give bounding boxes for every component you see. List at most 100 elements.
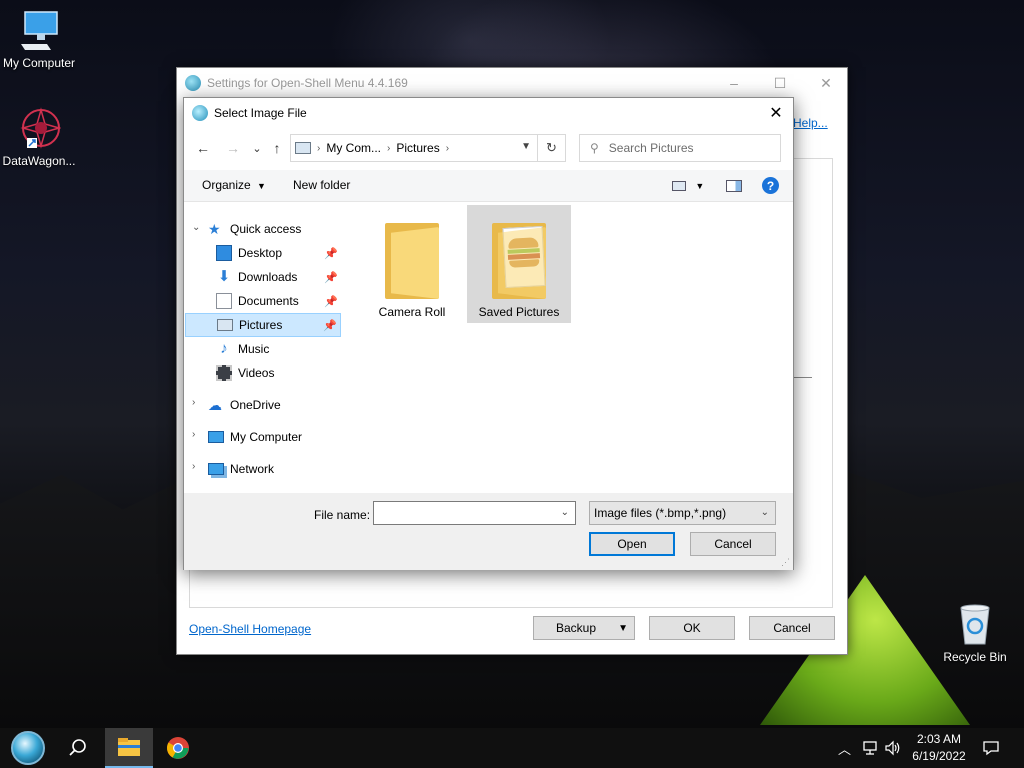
help-icon[interactable]: ? (762, 177, 779, 194)
nav-network[interactable]: Network (208, 457, 274, 481)
nav-onedrive[interactable]: ☁ OneDrive (208, 393, 281, 417)
film-strip-icon (216, 365, 232, 381)
folder-with-photo-icon (492, 219, 546, 299)
desktop-icon-label: My Computer (2, 56, 76, 70)
change-view-button[interactable]: ▼ (672, 178, 704, 192)
new-folder-button[interactable]: New folder (293, 178, 350, 192)
recent-locations-icon[interactable]: ⌄ (246, 136, 268, 160)
preview-pane-button[interactable] (726, 178, 742, 192)
search-taskbar-button[interactable] (54, 728, 102, 768)
pin-icon: 📌 (324, 295, 338, 308)
backup-button-label: Backup (556, 621, 597, 635)
file-list: Camera Roll Saved Pictures (344, 203, 793, 493)
nav-desktop[interactable]: Desktop 📌 (216, 241, 338, 265)
breadcrumb-pictures[interactable]: Pictures (396, 141, 439, 155)
resize-grip-icon[interactable]: ⋰ (781, 557, 790, 568)
chevron-down-icon[interactable]: ⌄ (561, 507, 569, 518)
cancel-button[interactable]: Cancel (690, 532, 776, 556)
show-hidden-icons-button[interactable]: ︿ (838, 728, 851, 768)
ok-button-label: OK (683, 621, 701, 635)
dialog-toolbar: Organize ▼ New folder ▼ ? (184, 170, 793, 202)
nav-music[interactable]: ♪ Music (216, 337, 269, 361)
chevron-down-icon: ▼ (695, 181, 705, 191)
nav-label: Pictures (239, 318, 283, 332)
up-arrow-icon[interactable]: ↑ (266, 136, 288, 160)
file-name-label: File name: (314, 508, 371, 522)
desktop-icon-my-computer[interactable]: My Computer (0, 8, 82, 70)
settings-title: Settings for Open-Shell Menu 4.4.169 (207, 76, 408, 90)
desktop-icon-label: DataWagon... (2, 154, 76, 168)
ok-button[interactable]: OK (649, 616, 735, 640)
clock-time: 2:03 AM (916, 732, 962, 746)
nav-documents[interactable]: Documents 📌 (216, 289, 338, 313)
pin-icon: 📌 (323, 319, 337, 332)
search-box[interactable]: ⚲ Search Pictures (579, 134, 781, 162)
breadcrumb-chevron-icon: › (445, 142, 450, 154)
address-dropdown-icon[interactable]: ▼ (521, 141, 531, 152)
chrome-taskbar-button[interactable] (154, 728, 202, 768)
network-tray-button[interactable] (862, 728, 880, 768)
help-link[interactable]: Help... (793, 116, 828, 130)
organize-label: Organize (202, 178, 251, 192)
file-name-input[interactable]: ⌄ (373, 501, 576, 525)
open-button-label: Open (617, 537, 647, 551)
backup-button[interactable]: Backup ▼ (533, 616, 635, 640)
open-button[interactable]: Open (589, 532, 675, 556)
file-type-select[interactable]: Image files (*.bmp,*.png) ⌄ (589, 501, 776, 525)
computer-icon (208, 431, 224, 443)
close-button[interactable]: ✕ (803, 68, 849, 98)
nav-label: Music (238, 342, 270, 356)
desktop-icon-recycle-bin[interactable]: Recycle Bin (932, 602, 1018, 664)
file-type-value: Image files (*.bmp,*.png) (594, 506, 727, 520)
expand-chevron-icon[interactable]: › (192, 429, 195, 440)
recycle-bin-icon (953, 602, 997, 646)
music-note-icon: ♪ (220, 340, 228, 357)
address-bar[interactable]: › My Com... › Pictures › ▼ ↻ (290, 134, 566, 162)
file-explorer-taskbar-button[interactable] (105, 728, 153, 768)
nav-videos[interactable]: Videos (216, 361, 274, 385)
folder-icon (385, 219, 439, 299)
nav-label: Desktop (238, 246, 283, 260)
nav-my-computer[interactable]: My Computer (208, 425, 302, 449)
dialog-close-button[interactable]: ✕ (759, 98, 793, 128)
forward-arrow-icon[interactable]: → (222, 136, 244, 160)
back-arrow-icon[interactable]: ← (192, 136, 214, 160)
nav-label: Documents (238, 294, 299, 308)
star-icon: ★ (208, 221, 221, 237)
open-shell-icon (192, 105, 208, 121)
volume-tray-button[interactable] (884, 728, 902, 768)
start-button[interactable] (4, 728, 52, 768)
maximize-button[interactable]: ☐ (757, 68, 803, 98)
preview-pane-icon (726, 179, 742, 192)
minimize-button[interactable]: – (711, 68, 757, 98)
nav-quick-access[interactable]: ★ Quick access (208, 217, 301, 241)
expand-chevron-icon[interactable]: › (192, 461, 195, 472)
cloud-icon: ☁ (208, 397, 222, 413)
nav-label: Videos (238, 366, 275, 380)
nav-pictures[interactable]: Pictures 📌 (185, 313, 341, 337)
nav-downloads[interactable]: ⬇ Downloads 📌 (216, 265, 338, 289)
desktop-icon-label: Recycle Bin (943, 650, 1007, 664)
homepage-link[interactable]: Open-Shell Homepage (189, 622, 311, 636)
breadcrumb-chevron-icon: › (317, 142, 321, 154)
folder-camera-roll[interactable]: Camera Roll (360, 209, 464, 323)
open-shell-icon (185, 75, 201, 91)
settings-cancel-button[interactable]: Cancel (749, 616, 835, 640)
chevron-up-icon: ︿ (838, 741, 852, 757)
desktop-icon-datawagon[interactable]: DataWagon... (0, 106, 82, 168)
nav-label: Downloads (238, 270, 298, 284)
chevron-down-icon: ▼ (618, 622, 628, 634)
organize-button[interactable]: Organize ▼ (202, 178, 266, 192)
breadcrumb-my-computer[interactable]: My Com... (326, 141, 381, 155)
notifications-button[interactable] (982, 728, 1000, 768)
desktop-icon (216, 245, 232, 261)
dialog-titlebar[interactable]: Select Image File (184, 98, 793, 128)
download-arrow-icon: ⬇ (217, 268, 231, 285)
nav-label: Network (230, 462, 275, 476)
expand-chevron-icon[interactable]: › (192, 397, 195, 408)
folder-saved-pictures[interactable]: Saved Pictures (467, 205, 571, 323)
expand-chevron-icon[interactable]: ⌄ (192, 222, 200, 233)
clock[interactable]: 2:03 AM 6/19/2022 (905, 731, 973, 765)
speaker-icon (885, 740, 900, 756)
refresh-icon[interactable]: ↻ (537, 135, 565, 161)
